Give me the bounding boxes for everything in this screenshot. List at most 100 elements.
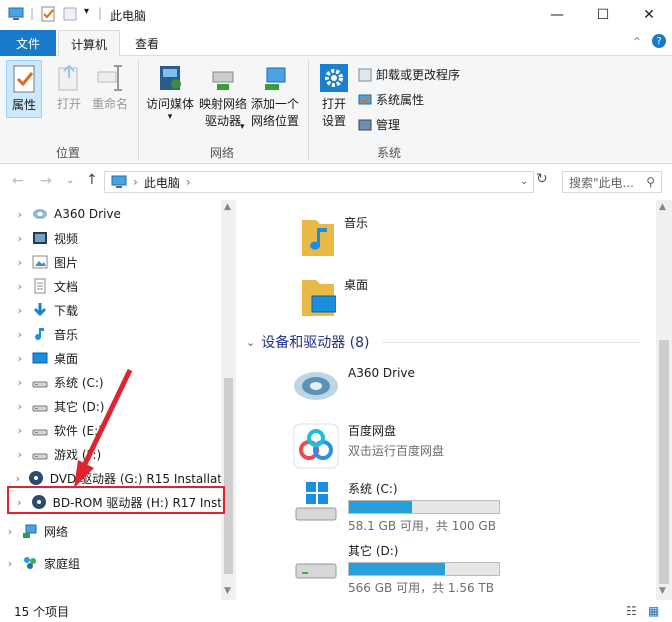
expand-chevron-icon[interactable]: › [4, 525, 16, 538]
address-dropdown-icon[interactable]: ⌄ [520, 176, 528, 187]
breadcrumb-separator-icon: › [133, 175, 138, 189]
content-scrollbar[interactable]: ▲ ▼ [656, 200, 672, 600]
new-folder-quick-icon[interactable] [62, 6, 78, 22]
map-network-drive-button[interactable]: 映射网络 驱动器 [198, 62, 248, 130]
recent-locations-icon[interactable]: ⌄ [66, 175, 74, 186]
nav-item-label: A360 Drive [54, 207, 121, 221]
group-system-label: 系统 [377, 146, 402, 160]
scroll-down-icon[interactable]: ▼ [659, 586, 666, 596]
expand-chevron-icon[interactable]: › [14, 448, 26, 461]
nav-item-label: 图片 [54, 255, 79, 270]
nav-item[interactable]: › 图片 [0, 250, 222, 274]
ribbon-tabs: 文件 计算机 查看 ⌃ ? [0, 30, 672, 57]
folder-item-music[interactable]: 音乐 [300, 214, 368, 258]
expand-chevron-icon[interactable]: › [14, 352, 26, 365]
a360-icon [294, 372, 338, 400]
uninstall-icon [358, 68, 372, 81]
open-settings-button[interactable]: 打开 设置 [316, 62, 352, 130]
computer-icon [111, 175, 127, 188]
nav-item[interactable]: › A360 Drive [0, 202, 222, 226]
expand-chevron-icon[interactable]: › [14, 376, 26, 389]
chevron-up-icon[interactable]: ⌃ [632, 35, 642, 49]
tab-computer[interactable]: 计算机 [58, 30, 120, 57]
desktop-folder-icon [302, 280, 336, 316]
address-bar-row: ← → ⌄ ↑ › 此电脑 › ⌄ ↻ 搜索"此电... ⚲ [0, 164, 672, 200]
up-arrow-icon[interactable]: ↑ [86, 172, 98, 188]
back-arrow-icon[interactable]: ← [12, 173, 24, 189]
properties-quick-icon[interactable] [40, 6, 56, 22]
drive-info: 566 GB 可用，共 1.56 TB [348, 581, 494, 595]
nav-item[interactable]: › 视频 [0, 226, 222, 250]
open-label: 打开 [56, 97, 81, 111]
expand-chevron-icon[interactable]: › [14, 256, 26, 269]
expand-chevron-icon[interactable]: › [14, 208, 26, 221]
rename-button[interactable]: 重命名 [90, 62, 130, 113]
drive-label: 其它 (D:) [348, 544, 399, 558]
expand-chevron-icon[interactable]: › [14, 232, 26, 245]
large-icons-view-icon[interactable]: ▦ [648, 604, 659, 618]
uninstall-button[interactable]: 卸载或更改程序 [358, 66, 460, 83]
scroll-up-icon[interactable]: ▲ [659, 202, 666, 212]
gear-icon [320, 64, 348, 92]
content-pane: 音乐 桌面 ⌄ 设备和驱动器 (8) A360 Drive 百度网盘 双击运行百… [238, 200, 672, 600]
baidu-netdisk-icon [293, 423, 339, 469]
nav-item[interactable]: › 网络 [0, 519, 222, 543]
search-icon[interactable]: ⚲ [646, 175, 655, 189]
expand-chevron-icon[interactable]: › [14, 280, 26, 293]
address-box[interactable]: › 此电脑 › [104, 171, 534, 193]
uninstall-label: 卸载或更改程序 [376, 68, 461, 82]
help-icon[interactable]: ? [652, 34, 666, 48]
separator: | [30, 6, 35, 20]
content-scrollbar-thumb[interactable] [659, 340, 669, 584]
details-view-icon[interactable]: ☷ [626, 604, 637, 618]
nav-item[interactable]: › 家庭组 [0, 551, 222, 575]
nav-item[interactable]: › 文档 [0, 274, 222, 298]
access-media-button[interactable]: 访问媒体 ▾ [144, 62, 196, 122]
folder-item-desktop[interactable]: 桌面 [300, 276, 368, 320]
expand-chevron-icon[interactable]: › [14, 304, 26, 317]
expand-chevron-icon[interactable]: › [14, 400, 26, 413]
baidu-netdisk-item[interactable]: 百度网盘 双击运行百度网盘 [292, 422, 444, 470]
tab-view[interactable]: 查看 [122, 30, 172, 56]
search-input[interactable]: 搜索"此电... ⚲ [562, 171, 662, 193]
drive-item-c[interactable]: 系统 (C:) 58.1 GB 可用，共 100 GB [292, 480, 500, 534]
expand-chevron-icon[interactable]: › [4, 557, 16, 570]
group-header-devices[interactable]: ⌄ 设备和驱动器 (8) [246, 332, 640, 352]
computer-icon[interactable] [8, 6, 24, 22]
system-properties-label: 系统属性 [376, 93, 425, 107]
nav-item[interactable]: › 下载 [0, 298, 222, 322]
chevron-down-icon[interactable]: ▾ [240, 122, 245, 132]
refresh-icon[interactable]: ↻ [536, 171, 548, 187]
tab-file[interactable]: 文件 [0, 30, 56, 56]
manage-icon [358, 119, 372, 130]
customize-quick-access-icon[interactable]: ▾ [84, 6, 89, 17]
map-network-drive-icon [212, 71, 234, 90]
rename-label: 重命名 [91, 97, 128, 111]
a360-drive-item[interactable]: A360 Drive [292, 366, 415, 406]
breadcrumb[interactable]: 此电脑 [144, 174, 180, 191]
search-placeholder: 搜索"此电... [569, 175, 634, 190]
nav-item-label: 桌面 [54, 351, 79, 366]
properties-button[interactable]: 属性 [6, 60, 42, 118]
nav-item[interactable]: › 音乐 [0, 322, 222, 346]
expand-chevron-icon[interactable]: › [14, 424, 26, 437]
nav-scrollbar-thumb[interactable] [224, 378, 233, 574]
scroll-down-icon[interactable]: ▼ [224, 586, 231, 596]
drive-item-d[interactable]: 其它 (D:) 566 GB 可用，共 1.56 TB [292, 542, 500, 596]
drive-usage-bar [348, 500, 500, 514]
maximize-button[interactable]: ☐ [580, 0, 626, 30]
system-properties-button[interactable]: 系统属性 [358, 91, 424, 108]
expand-chevron-icon[interactable]: › [14, 472, 22, 485]
group-network-label: 网络 [210, 146, 235, 160]
scroll-up-icon[interactable]: ▲ [224, 202, 231, 212]
minimize-button[interactable]: — [534, 0, 580, 30]
open-button[interactable]: 打开 [52, 62, 86, 113]
breadcrumb-chevron-icon[interactable]: › [186, 175, 191, 189]
expand-chevron-icon[interactable]: › [14, 328, 26, 341]
nav-scrollbar[interactable]: ▲ ▼ [221, 200, 236, 600]
forward-arrow-icon[interactable]: → [40, 173, 52, 189]
manage-button[interactable]: 管理 [358, 116, 400, 133]
close-button[interactable]: ✕ [626, 0, 672, 30]
add-network-location-button[interactable]: 添加一个 网络位置 [250, 62, 300, 130]
drive-icon [32, 422, 48, 438]
